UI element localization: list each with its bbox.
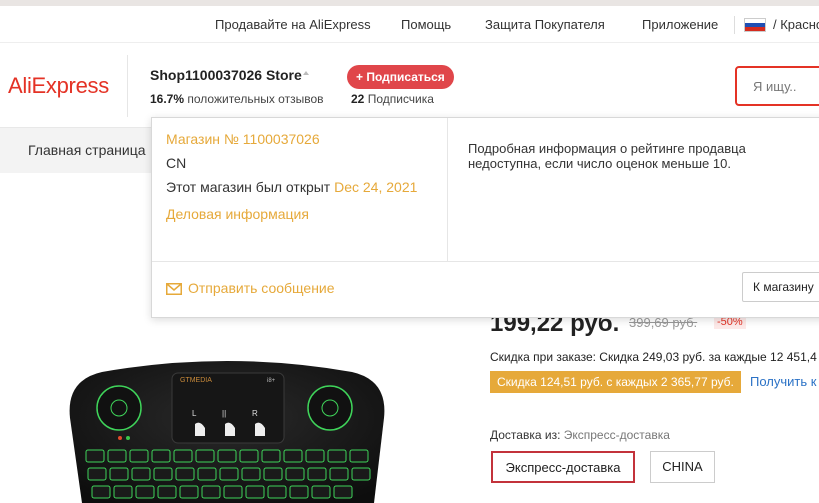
to-store-button[interactable]: К магазину xyxy=(742,272,819,302)
svg-text:R: R xyxy=(252,409,258,418)
get-coupon-link[interactable]: Получить к xyxy=(750,374,816,389)
buyer-protection-link[interactable]: Защита Покупателя xyxy=(485,17,605,32)
popup-horizontal-divider xyxy=(152,261,819,262)
envelope-icon xyxy=(166,283,182,295)
popup-business-info-link[interactable]: Деловая информация xyxy=(166,206,309,222)
header-divider xyxy=(127,55,128,117)
delivery-from-label: Доставка из: xyxy=(490,428,561,442)
model-text: i8+ xyxy=(267,378,276,384)
brand-text: GTMEDIA xyxy=(180,377,212,384)
store-header: AliExpress Shop1100037026 Store 16.7% по… xyxy=(0,43,819,128)
aliexpress-logo[interactable]: AliExpress xyxy=(8,73,109,99)
sell-on-aliexpress-link[interactable]: Продавайте на AliExpress xyxy=(215,17,371,32)
caret-up-icon xyxy=(303,71,309,75)
nav-home-tab[interactable]: Главная страница xyxy=(28,142,146,158)
rating-label: положительных отзывов xyxy=(187,92,324,106)
search-input[interactable]: Я ищу.. xyxy=(735,66,819,106)
popup-opened-label: Этот магазин был открыт xyxy=(166,179,331,195)
svg-text:L: L xyxy=(192,409,197,418)
topbar-divider xyxy=(734,16,735,34)
subscribers-count: 22 Подписчика xyxy=(351,92,434,106)
popup-rating-notice: Подробная информация о рейтинге продавца… xyxy=(468,141,746,171)
subscribers-number: 22 xyxy=(351,92,365,106)
popup-vertical-divider xyxy=(447,118,448,261)
popup-opened-value: Dec 24, 2021 xyxy=(334,179,418,195)
delivery-option-express[interactable]: Экспресс-доставка xyxy=(491,451,635,483)
delivery-from-value: Экспресс-доставка xyxy=(563,428,670,442)
region-selector[interactable]: / Красно xyxy=(773,17,819,32)
coupon-badge[interactable]: Скидка 124,51 руб. с каждых 2 365,77 руб… xyxy=(490,371,741,393)
subscribe-button[interactable]: + Подписаться xyxy=(347,65,454,89)
store-info-popup: Магазин № 1100037026 CN Этот магазин был… xyxy=(151,117,819,318)
app-link[interactable]: Приложение xyxy=(642,17,718,32)
store-name[interactable]: Shop1100037026 Store xyxy=(150,67,302,83)
order-discount-text: Скидка при заказе: Скидка 249,03 руб. за… xyxy=(490,350,817,364)
delivery-from: Доставка из: Экспресс-доставка xyxy=(490,428,670,442)
send-message-label: Отправить сообщение xyxy=(188,280,335,296)
svg-text:||: || xyxy=(222,409,226,418)
search-placeholder: Я ищу.. xyxy=(753,79,797,94)
rating-value: 16.7% xyxy=(150,92,185,106)
top-bar: Продавайте на AliExpress Помощь Защита П… xyxy=(0,6,819,43)
product-image[interactable]: GTMEDIA i8+ L || R xyxy=(62,358,392,503)
send-message-link[interactable]: Отправить сообщение xyxy=(166,280,335,296)
popup-opened-date: Этот магазин был открыт Dec 24, 2021 xyxy=(166,179,417,195)
subscribers-label: Подписчика xyxy=(367,92,434,106)
help-link[interactable]: Помощь xyxy=(401,17,451,32)
store-rating: 16.7% положительных отзывов xyxy=(150,92,324,106)
russia-flag-icon[interactable] xyxy=(744,18,766,32)
delivery-option-china[interactable]: CHINA xyxy=(650,451,715,483)
popup-country: CN xyxy=(166,155,187,171)
popup-store-id[interactable]: Магазин № 1100037026 xyxy=(166,131,320,147)
